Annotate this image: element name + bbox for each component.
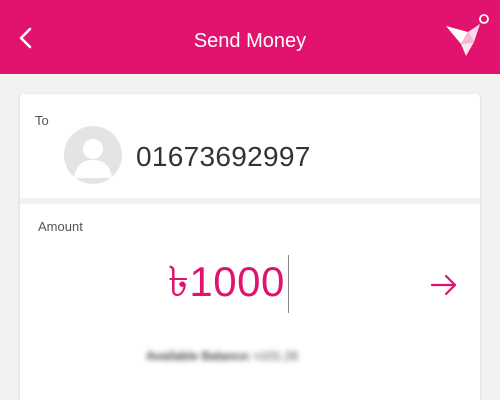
arrow-right-icon [430,274,457,296]
app-bar: Send Money [0,0,500,74]
text-caret [287,255,289,313]
person-avatar-icon [64,126,122,184]
amount-input[interactable]: ৳1000 [168,254,289,314]
amount-label: Amount [38,219,83,234]
back-button[interactable] [8,20,44,56]
origami-bird-logo [444,10,494,60]
balance-value: ৳101.28 [254,349,298,363]
amount-value: ৳1000 [168,257,285,305]
available-balance: Available Balance: ৳101.28 [146,348,298,368]
recipient-number: 01673692997 [136,141,311,172]
page-title: Send Money [193,30,307,52]
chevron-left-icon [19,27,32,49]
next-button[interactable] [426,270,462,300]
send-money-card: To 01673692997 Amount ৳1000 Available Ba… [20,94,480,400]
section-divider [20,198,480,204]
balance-label: Available Balance: [146,349,252,363]
to-label: To [35,113,49,128]
